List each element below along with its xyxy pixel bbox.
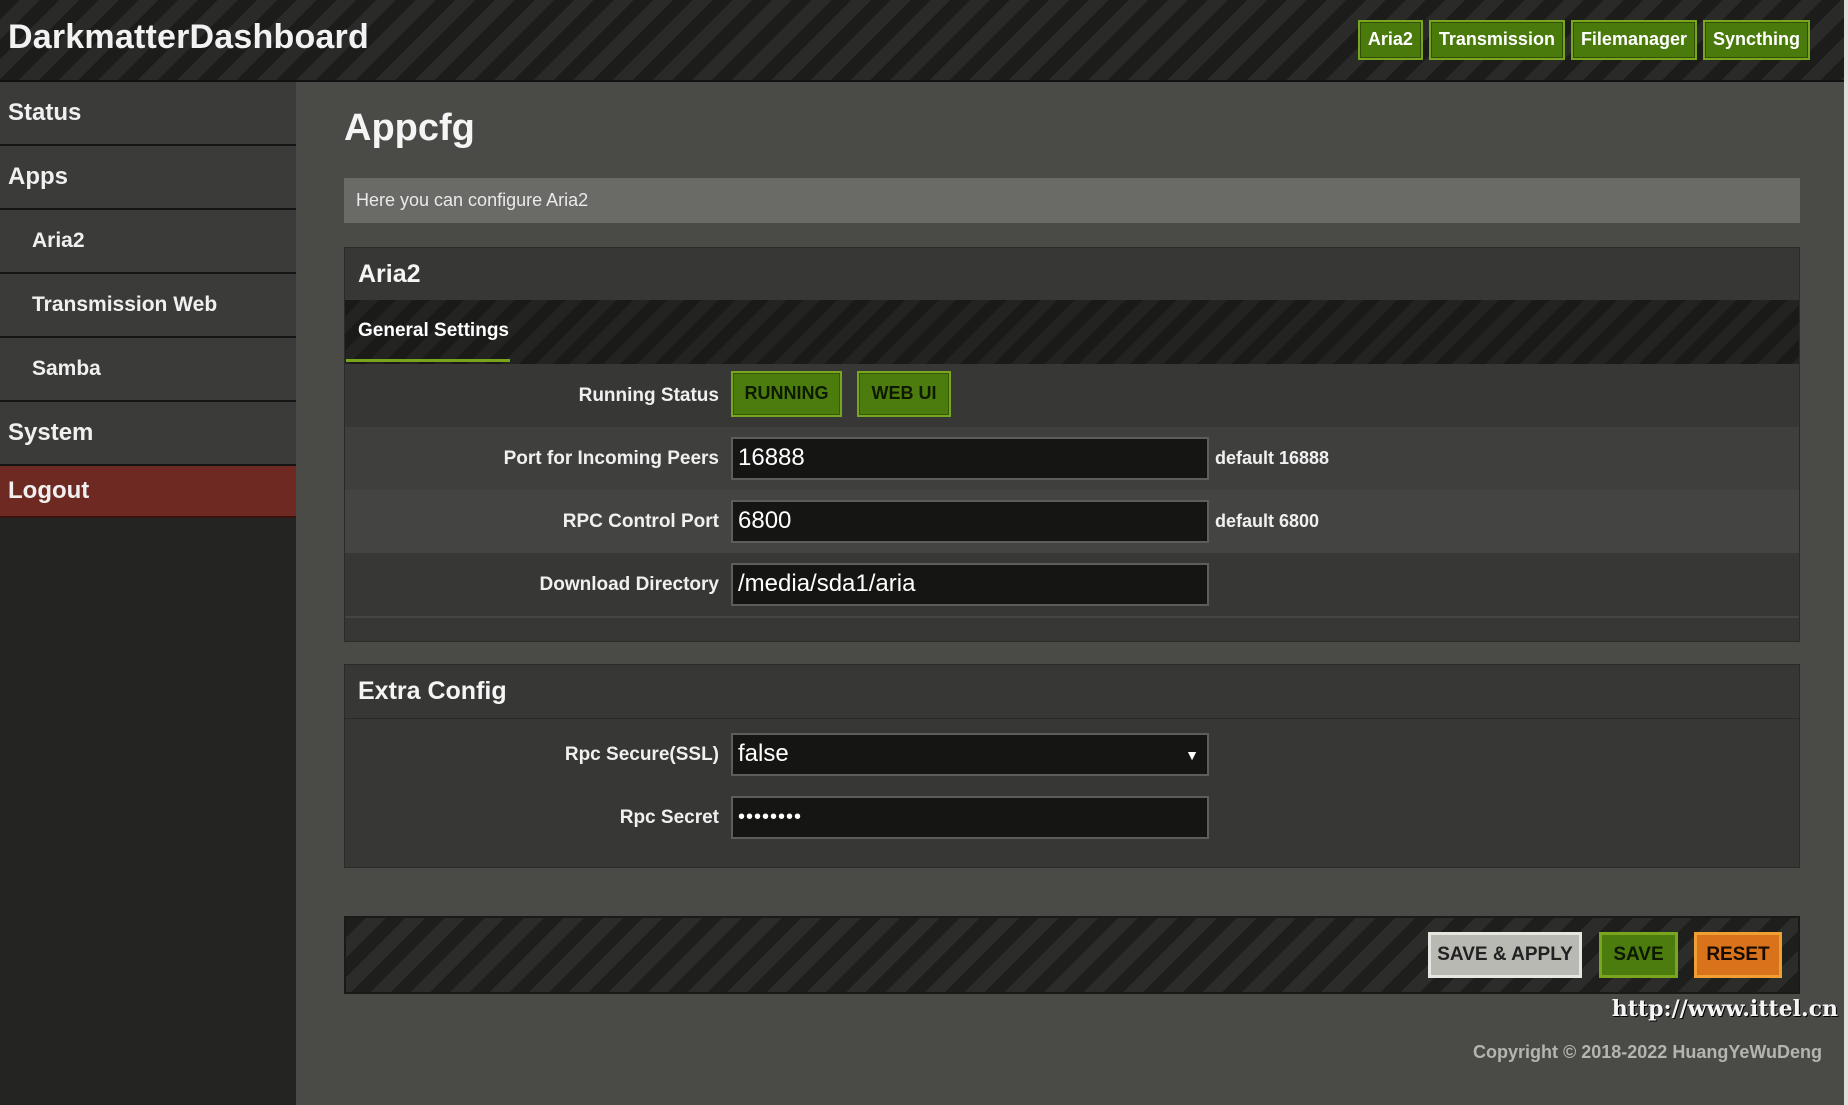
top-header: DarkmatterDashboard Aria2 Transmission F… [0,0,1848,82]
aria2-panel-title: Aria2 [358,260,421,288]
sidebar-item-aria2[interactable]: Aria2 [0,210,296,274]
sidebar-item-system[interactable]: System [0,402,296,466]
download-dir-label: Download Directory [539,574,719,595]
rpc-port-row: RPC Control Port 6800 default 6800 [345,490,1799,553]
brand-title[interactable]: DarkmatterDashboard [8,18,369,57]
save-and-apply-button[interactable]: SAVE & APPLY [1428,932,1582,978]
tab-general-settings[interactable]: General Settings [346,300,510,362]
top-nav: Aria2 Transmission Filemanager Syncthing [1357,20,1810,60]
reset-button[interactable]: RESET [1694,932,1782,978]
nav-filemanager-button[interactable]: Filemanager [1570,20,1697,60]
rpc-secure-row: Rpc Secure(SSL) false ▼ [345,723,1799,786]
main-content: Appcfg Here you can configure Aria2 Aria… [296,82,1848,1105]
sidebar: Status Apps Aria2 Transmission Web Samba… [0,82,296,1105]
aria2-panel: Aria2 General Settings Running Status RU… [344,247,1800,642]
save-button[interactable]: SAVE [1599,932,1678,978]
sidebar-item-apps[interactable]: Apps [0,146,296,210]
nav-syncthing-button[interactable]: Syncthing [1702,20,1810,60]
extra-config-panel: Extra Config Rpc Secure(SSL) false ▼ Rpc… [344,664,1800,868]
copyright-text: Copyright © 2018-2022 HuangYeWuDeng [1472,1042,1822,1062]
extra-config-title: Extra Config [358,677,507,705]
rpc-secure-label: Rpc Secure(SSL) [564,744,719,765]
download-dir-input[interactable]: /media/sda1/aria [731,563,1209,606]
rpc-secret-label: Rpc Secret [619,807,719,828]
page-title: Appcfg [344,107,475,149]
port-label: Port for Incoming Peers [503,448,719,469]
sidebar-item-logout[interactable]: Logout [0,466,296,518]
rpc-secret-row: Rpc Secret •••••••• [345,786,1799,849]
scrollbar-track[interactable] [1844,0,1848,1105]
rpc-port-hint: default 6800 [1215,511,1320,531]
page-description: Here you can configure Aria2 [344,178,1800,223]
tab-bar: General Settings [345,300,1799,364]
action-bar: SAVE & APPLY SAVE RESET [344,916,1800,994]
download-dir-row: Download Directory /media/sda1/aria [345,553,1799,618]
port-input[interactable]: 16888 [731,437,1209,480]
rpc-port-input[interactable]: 6800 [731,500,1209,543]
sidebar-item-samba[interactable]: Samba [0,338,296,402]
sidebar-item-transmission-web[interactable]: Transmission Web [0,274,296,338]
running-button[interactable]: RUNNING [731,371,842,417]
panel-divider [345,718,1799,719]
nav-aria2-button[interactable]: Aria2 [1357,20,1423,60]
running-status-label: Running Status [578,385,719,406]
rpc-secret-input[interactable]: •••••••• [731,796,1209,839]
rpc-port-label: RPC Control Port [562,511,719,532]
port-row: Port for Incoming Peers 16888 default 16… [345,427,1799,490]
nav-transmission-button[interactable]: Transmission [1428,20,1565,60]
rpc-secure-value: false [738,740,789,767]
sidebar-item-status[interactable]: Status [0,82,296,146]
port-hint: default 16888 [1215,448,1330,468]
rpc-secure-select[interactable]: false ▼ [731,733,1209,776]
dropdown-arrow-icon: ▼ [1185,747,1199,763]
running-status-row: Running Status RUNNING WEB UI [345,364,1799,427]
web-ui-button[interactable]: WEB UI [857,371,951,417]
watermark-text: http://www.ittel.cn [1611,996,1838,1022]
